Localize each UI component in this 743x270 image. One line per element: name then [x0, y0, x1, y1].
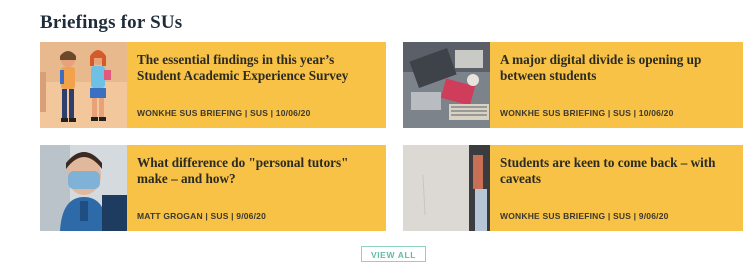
briefing-card-2-panel[interactable]: A major digital divide is opening up bet… — [490, 42, 743, 128]
briefing-card-4-panel[interactable]: Students are keen to come back – with ca… — [490, 145, 743, 231]
briefing-card-1-meta: WONKHE SUS BRIEFING | SUS | 10/06/20 — [137, 108, 311, 118]
briefing-card-3-meta: MATT GROGAN | SUS | 9/06/20 — [137, 211, 267, 221]
view-all-button[interactable]: VIEW ALL — [361, 246, 426, 262]
briefing-card-1[interactable]: The essential findings in this year’s St… — [40, 42, 386, 128]
masked-person-thumbnail[interactable] — [40, 145, 127, 231]
section-title: Briefings for SUs — [40, 12, 183, 33]
desk-laptop-thumbnail[interactable] — [403, 42, 490, 128]
wall-person-thumbnail[interactable] — [403, 145, 490, 231]
briefing-card-3-headline[interactable]: What difference do "personal tutors" mak… — [137, 155, 372, 187]
briefing-card-2-meta: WONKHE SUS BRIEFING | SUS | 10/06/20 — [500, 108, 674, 118]
briefing-card-4-headline[interactable]: Students are keen to come back – with ca… — [500, 155, 735, 187]
briefing-card-1-headline[interactable]: The essential findings in this year’s St… — [137, 52, 372, 84]
briefing-card-2[interactable]: A major digital divide is opening up bet… — [403, 42, 743, 128]
briefing-card-1-panel[interactable]: The essential findings in this year’s St… — [127, 42, 386, 128]
briefing-card-4[interactable]: Students are keen to come back – with ca… — [403, 145, 743, 231]
briefing-card-2-headline[interactable]: A major digital divide is opening up bet… — [500, 52, 735, 84]
briefing-card-4-meta: WONKHE SUS BRIEFING | SUS | 9/06/20 — [500, 211, 669, 221]
students-illustration-thumbnail[interactable] — [40, 42, 127, 128]
briefing-card-3-panel[interactable]: What difference do "personal tutors" mak… — [127, 145, 386, 231]
briefing-card-3[interactable]: What difference do "personal tutors" mak… — [40, 145, 386, 231]
